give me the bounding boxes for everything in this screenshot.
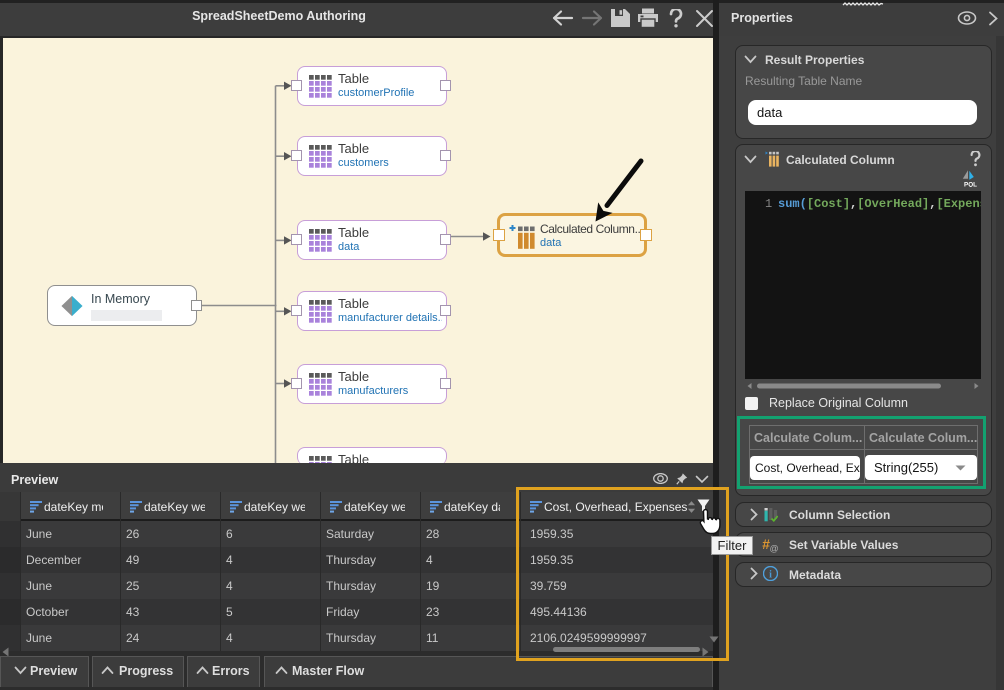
svg-text:i: i: [769, 569, 772, 580]
svg-text:PQL: PQL: [964, 181, 977, 187]
svg-text:@: @: [770, 544, 779, 554]
